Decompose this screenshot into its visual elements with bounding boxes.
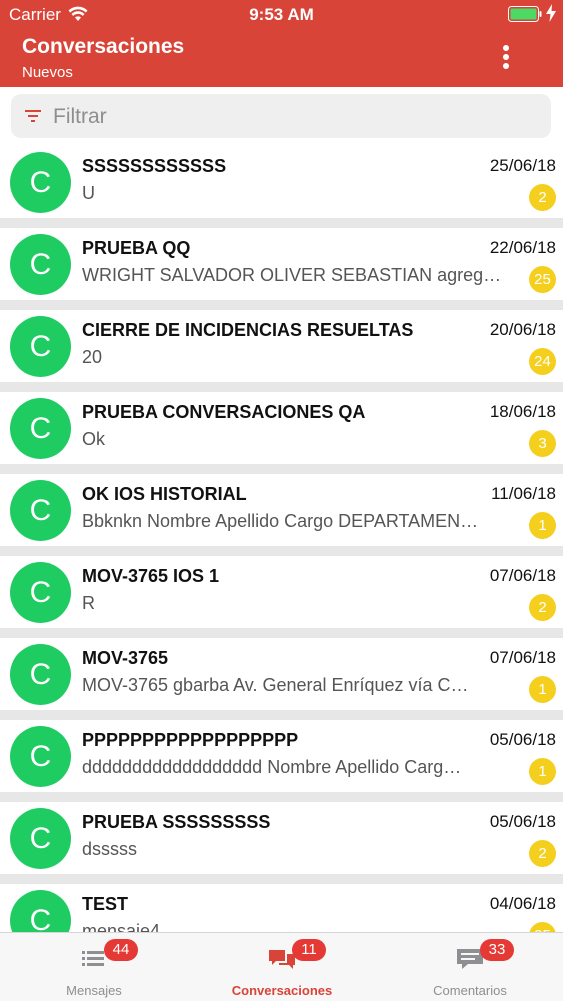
filter-icon bbox=[25, 110, 41, 122]
avatar: C bbox=[10, 726, 71, 787]
conversation-list: C SSSSSSSSSSSS 25/06/18 U 2 C PRUEBA QQ … bbox=[0, 146, 563, 932]
row-divider bbox=[0, 874, 563, 884]
unread-badge: 1 bbox=[529, 676, 556, 703]
conversation-date: 18/06/18 bbox=[489, 402, 556, 421]
conversation-title: MOV-3765 IOS 1 bbox=[82, 566, 220, 586]
unread-badge: 1 bbox=[529, 512, 556, 539]
conversation-preview: Ok bbox=[82, 429, 106, 449]
conversation-title: PRUEBA CONVERSACIONES QA bbox=[82, 402, 366, 422]
conversation-preview: dddddddddddddddddd Nombre Apellido Carg… bbox=[82, 757, 462, 777]
conversation-title: CIERRE DE INCIDENCIAS RESUELTAS bbox=[82, 320, 414, 340]
conversation-preview: WRIGHT SALVADOR OLIVER SEBASTIAN agreg… bbox=[82, 265, 502, 285]
tab-label: Mensajes bbox=[66, 983, 122, 998]
unread-badge: 2 bbox=[529, 840, 556, 867]
conversation-date: 05/06/18 bbox=[489, 812, 556, 831]
conversation-title: SSSSSSSSSSSS bbox=[82, 156, 227, 176]
avatar: C bbox=[10, 234, 71, 295]
row-divider bbox=[0, 792, 563, 802]
tab-mensajes[interactable]: 44 Mensajes bbox=[0, 933, 188, 1001]
conversation-preview: 20 bbox=[82, 347, 103, 367]
tab-label: Comentarios bbox=[433, 983, 507, 998]
conversation-date: 20/06/18 bbox=[489, 320, 556, 339]
avatar: C bbox=[10, 316, 71, 377]
avatar: C bbox=[10, 152, 71, 213]
conversation-row[interactable]: C SSSSSSSSSSSS 25/06/18 U 2 bbox=[0, 146, 563, 218]
conversation-date: 25/06/18 bbox=[489, 156, 556, 175]
more-options-button[interactable] bbox=[494, 42, 518, 72]
tab-badge: 33 bbox=[480, 939, 514, 961]
conversation-title: PPPPPPPPPPPPPPPPPP bbox=[82, 730, 299, 750]
conversation-title: OK IOS HISTORIAL bbox=[82, 484, 247, 504]
conversation-row[interactable]: C CIERRE DE INCIDENCIAS RESUELTAS 20/06/… bbox=[0, 310, 563, 382]
row-divider bbox=[0, 546, 563, 556]
avatar: C bbox=[10, 808, 71, 869]
row-divider bbox=[0, 464, 563, 474]
avatar: C bbox=[10, 890, 71, 932]
conversation-preview: MOV-3765 gbarba Av. General Enríquez vía… bbox=[82, 675, 469, 695]
more-vertical-icon-dot bbox=[503, 54, 509, 60]
conversation-row[interactable]: C PPPPPPPPPPPPPPPPPP 05/06/18 dddddddddd… bbox=[0, 720, 563, 792]
conversation-date: 04/06/18 bbox=[489, 894, 556, 913]
tab-label: Conversaciones bbox=[231, 983, 333, 998]
tab-bar: 44 Mensajes 11 Conversaciones 33 Comenta… bbox=[0, 932, 563, 1001]
row-divider bbox=[0, 710, 563, 720]
conversation-title: MOV-3765 bbox=[82, 648, 169, 668]
conversation-row[interactable]: C MOV-3765 IOS 1 07/06/18 R 2 bbox=[0, 556, 563, 628]
avatar: C bbox=[10, 480, 71, 541]
tab-comentarios[interactable]: 33 Comentarios bbox=[376, 933, 563, 1001]
avatar: C bbox=[10, 644, 71, 705]
conversation-date: 11/06/18 bbox=[491, 484, 556, 503]
more-vertical-icon bbox=[503, 45, 509, 51]
conversation-row[interactable]: C PRUEBA CONVERSACIONES QA 18/06/18 Ok 3 bbox=[0, 392, 563, 464]
avatar: C bbox=[10, 562, 71, 623]
tab-badge: 44 bbox=[104, 939, 138, 961]
unread-badge: 25 bbox=[529, 266, 556, 293]
page-subtitle: Nuevos bbox=[22, 64, 73, 81]
filter-bar[interactable] bbox=[11, 94, 551, 138]
filter-input[interactable] bbox=[51, 100, 535, 134]
avatar: C bbox=[10, 398, 71, 459]
status-bar: Carrier 9:53 AM bbox=[0, 0, 563, 30]
more-vertical-icon-dot bbox=[503, 63, 509, 69]
unread-badge: 3 bbox=[529, 430, 556, 457]
unread-badge: 2 bbox=[529, 184, 556, 211]
conversation-date: 07/06/18 bbox=[489, 648, 556, 667]
tab-conversaciones[interactable]: 11 Conversaciones bbox=[188, 933, 376, 1001]
conversation-preview: Bbknkn Nombre Apellido Cargo DEPARTAMEN… bbox=[82, 511, 479, 531]
status-time: 9:53 AM bbox=[249, 5, 314, 24]
row-divider bbox=[0, 382, 563, 392]
conversation-row[interactable]: C TEST 04/06/18 mensaje4 25 bbox=[0, 884, 563, 932]
conversation-date: 07/06/18 bbox=[489, 566, 556, 585]
page-title: Conversaciones bbox=[22, 35, 185, 58]
row-divider bbox=[0, 300, 563, 310]
row-divider bbox=[0, 628, 563, 638]
conversation-preview: mensaje4 bbox=[82, 921, 161, 932]
unread-badge: 25 bbox=[529, 922, 556, 932]
conversation-preview: R bbox=[82, 593, 95, 613]
unread-badge: 24 bbox=[529, 348, 556, 375]
battery-icon bbox=[508, 6, 542, 22]
unread-badge: 2 bbox=[529, 594, 556, 621]
conversation-row[interactable]: C MOV-3765 07/06/18 MOV-3765 gbarba Av. … bbox=[0, 638, 563, 710]
conversation-date: 05/06/18 bbox=[489, 730, 556, 749]
conversation-preview: dsssss bbox=[82, 839, 138, 859]
app-header: Carrier 9:53 AM Conversaciones Nuevos bbox=[0, 0, 563, 87]
conversation-title: PRUEBA SSSSSSSSS bbox=[82, 812, 271, 832]
conversation-title: TEST bbox=[82, 894, 129, 914]
conversation-row[interactable]: C OK IOS HISTORIAL 11/06/18 Bbknkn Nombr… bbox=[0, 474, 563, 546]
conversation-date: 22/06/18 bbox=[489, 238, 556, 257]
conversation-row[interactable]: C PRUEBA SSSSSSSSS 05/06/18 dsssss 2 bbox=[0, 802, 563, 874]
tab-badge: 11 bbox=[292, 939, 326, 961]
conversation-row[interactable]: C PRUEBA QQ 22/06/18 WRIGHT SALVADOR OLI… bbox=[0, 228, 563, 300]
conversation-title: PRUEBA QQ bbox=[82, 238, 191, 258]
charging-icon bbox=[546, 4, 556, 22]
row-divider bbox=[0, 218, 563, 228]
conversation-preview: U bbox=[82, 183, 95, 203]
unread-badge: 1 bbox=[529, 758, 556, 785]
